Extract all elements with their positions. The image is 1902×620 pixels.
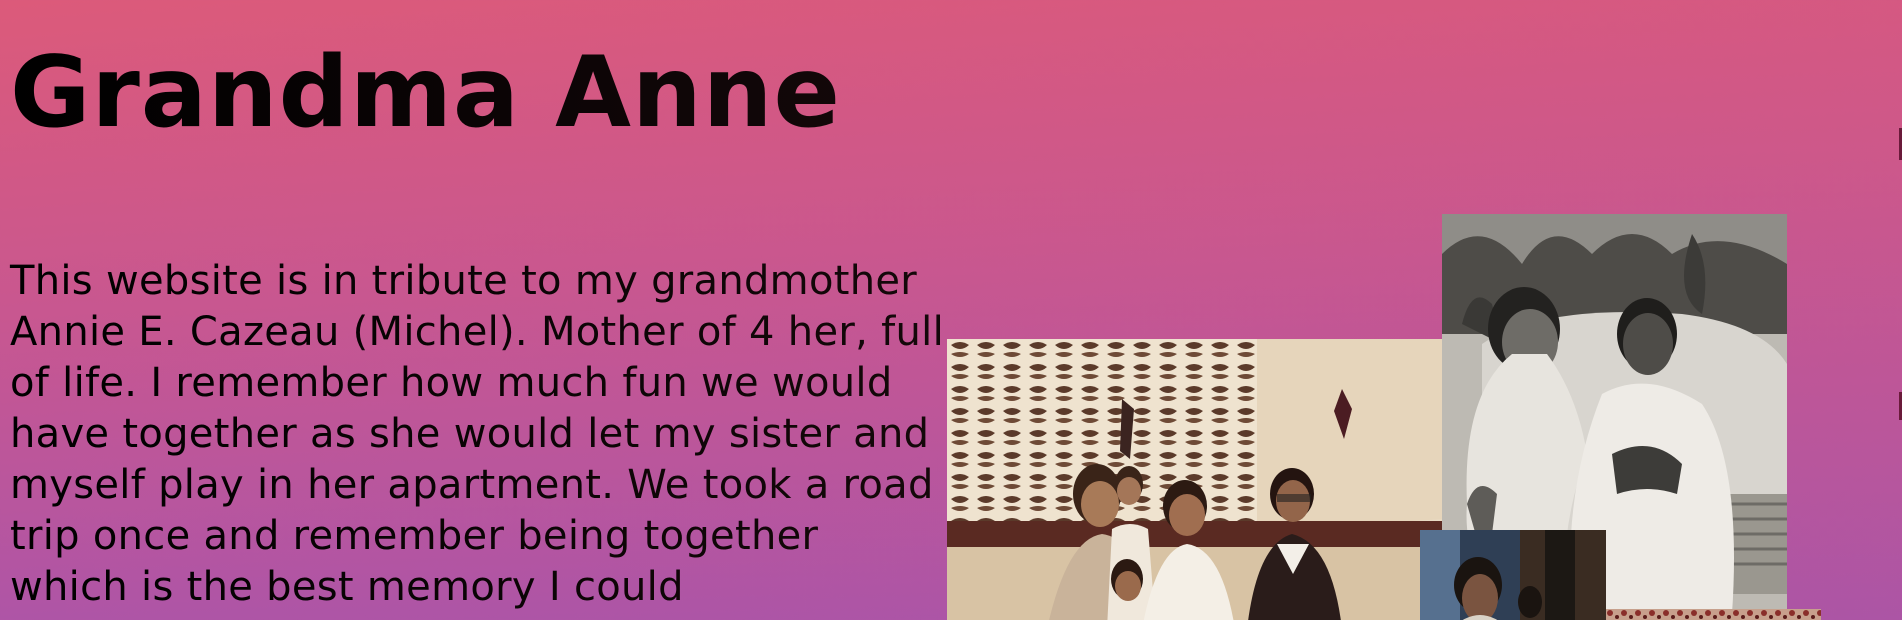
portrait-photo <box>1420 530 1606 620</box>
family-group-photo-image <box>947 339 1447 620</box>
intro-paragraph: This website is in tribute to my grandmo… <box>10 258 944 610</box>
pattern-photo-image <box>1606 609 1821 620</box>
family-group-photo <box>947 339 1447 620</box>
pattern-photo <box>1606 609 1821 620</box>
page-title: Grandma Anne <box>10 36 842 150</box>
portrait-photo-image <box>1420 530 1606 620</box>
